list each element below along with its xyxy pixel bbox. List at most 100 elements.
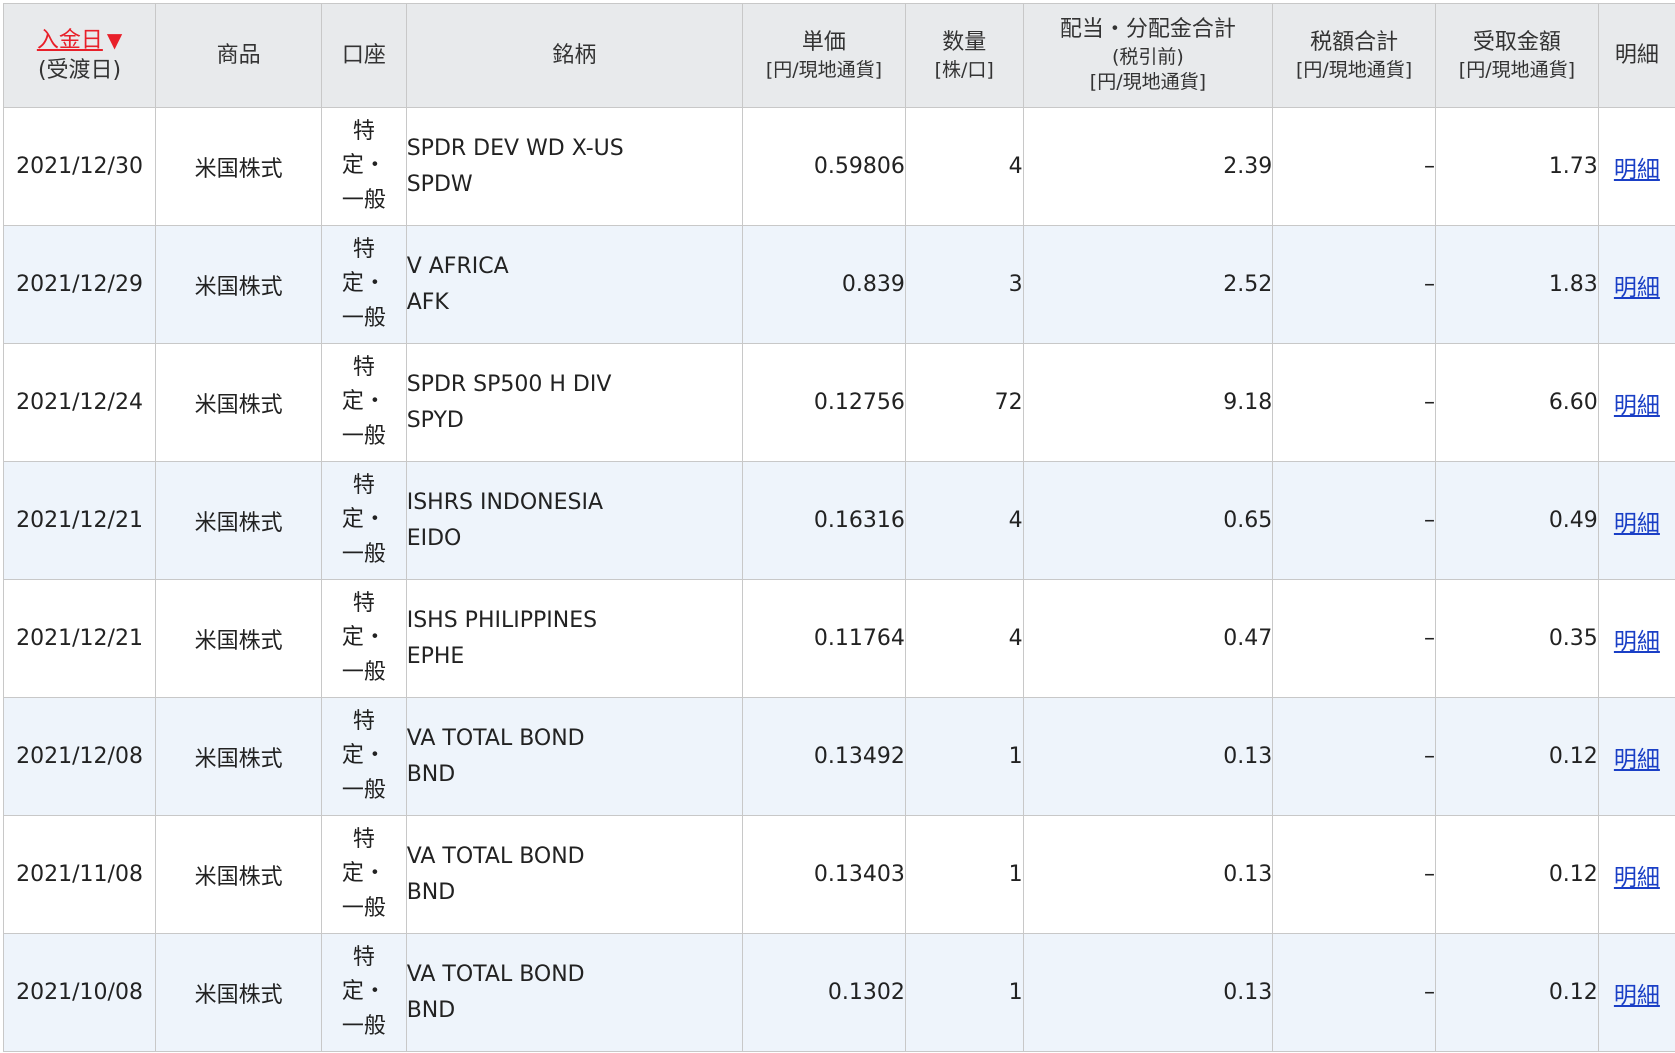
cell-security-name: ISHS PHILIPPINES EPHE [405, 579, 744, 698]
account-line: 定・ [341, 743, 386, 769]
cell-account: 特定・ 一般 [321, 933, 407, 1052]
cell-unit-price: 0.13492 [742, 697, 906, 816]
cell-security-name: VA TOTAL BOND BND [405, 815, 744, 934]
cell-account: 特定・ 一般 [321, 343, 407, 462]
cell-unit-price: 0.12756 [742, 343, 906, 462]
detail-link[interactable]: 明細 [1614, 983, 1660, 1009]
security-ticker: EIDO [406, 525, 462, 551]
cell-received-amount: 0.12 [1435, 933, 1599, 1052]
header-account: 口座 [321, 3, 407, 108]
security-full-name: SPDR SP500 H DIV [406, 372, 612, 398]
cell-dividend-total: 0.65 [1022, 461, 1274, 580]
table-row: 2021/11/08 米国株式特定・ 一般 VA TOTAL BOND BND 0.134… [2, 815, 1675, 934]
table-row: 2021/12/21 米国株式特定・ 一般 ISHS PHILIPPINES EPHE 0… [2, 579, 1675, 698]
sort-desc-arrow-icon[interactable]: ▼ [107, 27, 122, 54]
cell-received-amount: 1.73 [1435, 107, 1599, 226]
cell-dividend-total: 9.18 [1022, 343, 1274, 462]
cell-security-name: SPDR DEV WD X-US SPDW [405, 107, 744, 226]
security-full-name: VA TOTAL BOND [406, 726, 585, 752]
cell-date: 2021/10/08 [2, 933, 157, 1052]
cell-dividend-total: 0.13 [1022, 697, 1274, 816]
cell-security-name: SPDR SP500 H DIV SPYD [405, 343, 744, 462]
cell-account: 特定・ 一般 [321, 225, 407, 344]
cell-security-name: VA TOTAL BOND BND [405, 697, 744, 816]
cell-unit-price: 0.59806 [742, 107, 906, 226]
cell-detail: 明細 [1597, 461, 1675, 580]
cell-quantity: 1 [904, 933, 1024, 1052]
cell-date: 2021/12/21 [2, 579, 157, 698]
cell-account: 特定・ 一般 [321, 461, 407, 580]
table-row: 2021/12/21 米国株式特定・ 一般 ISHRS INDONESIA EIDO 0.… [2, 461, 1675, 580]
cell-product: 米国株式 [155, 815, 323, 934]
security-full-name: VA TOTAL BOND [406, 844, 585, 870]
cell-account: 特定・ 一般 [321, 579, 407, 698]
account-line: 定・ [341, 271, 386, 297]
table-row: 2021/12/08 米国株式特定・ 一般 VA TOTAL BOND BND 0.134… [2, 697, 1675, 816]
cell-product: 米国株式 [155, 461, 323, 580]
cell-tax-total: – [1272, 107, 1436, 226]
account-line: 一般 [341, 895, 386, 921]
detail-link[interactable]: 明細 [1614, 511, 1660, 537]
account-line: 一般 [341, 777, 386, 803]
account-line: 一般 [341, 659, 386, 685]
account-line: 特 [352, 119, 375, 145]
cell-quantity: 4 [904, 461, 1024, 580]
cell-received-amount: 0.35 [1435, 579, 1599, 698]
table-header: 入金日 ▼ (受渡日) 商品 口座 銘柄 単価 [円/現地通貨] 数量 [株/口]… [2, 3, 1675, 108]
cell-quantity: 1 [904, 697, 1024, 816]
detail-link[interactable]: 明細 [1614, 629, 1660, 655]
detail-link[interactable]: 明細 [1614, 157, 1660, 183]
header-dividend: 配当・分配金合計 (税引前) [円/現地通貨] [1022, 3, 1274, 108]
account-line: 特 [352, 355, 375, 381]
cell-account: 特定・ 一般 [321, 107, 407, 226]
cell-unit-price: 0.16316 [742, 461, 906, 580]
cell-tax-total: – [1272, 815, 1436, 934]
security-ticker: EPHE [406, 643, 465, 669]
header-quantity: 数量 [株/口] [904, 3, 1024, 108]
detail-link[interactable]: 明細 [1614, 393, 1660, 419]
detail-link[interactable]: 明細 [1614, 275, 1660, 301]
cell-detail: 明細 [1597, 225, 1675, 344]
security-full-name: ISHS PHILIPPINES [406, 608, 598, 634]
account-line: 特 [352, 591, 375, 617]
table-row: 2021/12/30 米国株式特定・ 一般 SPDR DEV WD X-US SPDW 0… [2, 107, 1675, 226]
header-date[interactable]: 入金日 ▼ (受渡日) [2, 3, 157, 108]
account-line: 特 [352, 473, 375, 499]
header-received: 受取金額 [円/現地通貨] [1435, 3, 1599, 108]
cell-quantity: 72 [904, 343, 1024, 462]
sort-date-link[interactable]: 入金日 [37, 28, 103, 53]
header-unit-price: 単価 [円/現地通貨] [742, 3, 906, 108]
cell-tax-total: – [1272, 225, 1436, 344]
cell-detail: 明細 [1597, 107, 1675, 226]
header-detail: 明細 [1597, 3, 1675, 108]
account-line: 特 [352, 945, 375, 971]
cell-received-amount: 6.60 [1435, 343, 1599, 462]
account-line: 一般 [341, 1013, 386, 1039]
cell-product: 米国株式 [155, 107, 323, 226]
cell-product: 米国株式 [155, 697, 323, 816]
header-row: 入金日 ▼ (受渡日) 商品 口座 銘柄 単価 [円/現地通貨] 数量 [株/口]… [2, 3, 1675, 108]
cell-dividend-total: 0.47 [1022, 579, 1274, 698]
cell-received-amount: 0.49 [1435, 461, 1599, 580]
cell-quantity: 1 [904, 815, 1024, 934]
header-tax: 税額合計 [円/現地通貨] [1272, 3, 1436, 108]
cell-received-amount: 0.12 [1435, 815, 1599, 934]
account-line: 一般 [341, 187, 386, 213]
detail-link[interactable]: 明細 [1614, 747, 1660, 773]
account-line: 一般 [341, 305, 386, 331]
cell-date: 2021/12/24 [2, 343, 157, 462]
cell-account: 特定・ 一般 [321, 815, 407, 934]
account-line: 定・ [341, 979, 386, 1005]
cell-detail: 明細 [1597, 933, 1675, 1052]
detail-link[interactable]: 明細 [1614, 865, 1660, 891]
account-line: 特 [352, 827, 375, 853]
cell-security-name: V AFRICA AFK [405, 225, 744, 344]
account-line: 一般 [341, 423, 386, 449]
cell-product: 米国株式 [155, 343, 323, 462]
cell-unit-price: 0.11764 [742, 579, 906, 698]
account-line: 特 [352, 237, 375, 263]
cell-date: 2021/12/29 [2, 225, 157, 344]
account-line: 特 [352, 709, 375, 735]
security-ticker: SPYD [406, 407, 464, 433]
security-ticker: BND [406, 997, 456, 1023]
